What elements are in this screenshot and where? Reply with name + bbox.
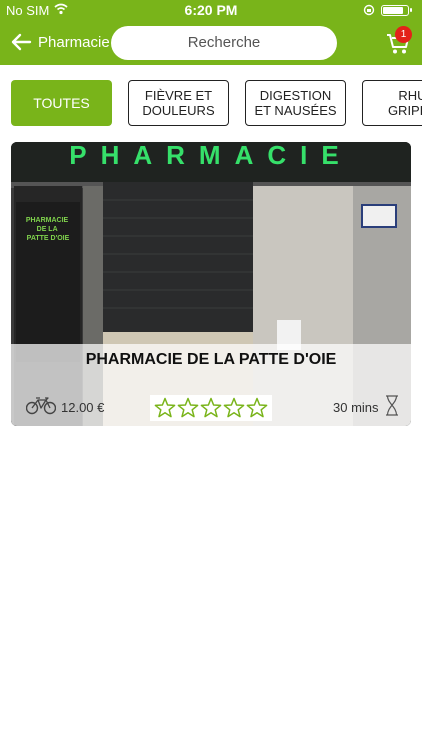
category-tab-fievre[interactable]: FIÈVRE ET DOULEURS xyxy=(128,80,229,126)
category-tab-digestion[interactable]: DIGESTION ET NAUSÉES xyxy=(245,80,346,126)
hourglass-icon xyxy=(386,395,398,416)
search-placeholder: Recherche xyxy=(187,34,261,51)
status-time: 6:20 PM xyxy=(184,2,238,18)
delivery-price: 12.00 € xyxy=(61,400,105,415)
status-bar: No SIM 6:20 PM xyxy=(0,0,422,22)
search-input[interactable]: Recherche xyxy=(111,26,337,60)
rating-stars xyxy=(150,395,272,421)
star-icon xyxy=(177,397,199,418)
category-tab-toutes[interactable]: TOUTES xyxy=(11,80,112,126)
star-icon xyxy=(200,397,222,418)
app-header: No SIM 6:20 PM Pharmacie Recherche 1 xyxy=(0,0,422,65)
cart-count-badge: 1 xyxy=(395,26,412,43)
orientation-lock-icon xyxy=(363,4,375,16)
page-title: Pharmacie xyxy=(38,34,110,51)
pharmacy-name: PHARMACIE DE LA PATTE D'OIE xyxy=(85,351,337,368)
delivery-time: 30 mins xyxy=(333,400,379,415)
category-tab-rhume[interactable]: RHU GRIPPE xyxy=(362,80,422,126)
battery-icon xyxy=(381,5,412,16)
category-tabs: TOUTES FIÈVRE ET DOULEURS DIGESTION ET N… xyxy=(0,80,422,127)
star-icon xyxy=(246,397,268,418)
star-icon xyxy=(154,397,176,418)
sign-text: PHARMACIE xyxy=(69,142,352,170)
pharmacy-card[interactable]: PHARMACIE PHARMACIE DE LA PATTE D'OIE PH… xyxy=(11,142,411,426)
bicycle-icon xyxy=(26,397,56,415)
back-arrow-icon[interactable] xyxy=(10,33,32,51)
star-icon xyxy=(223,397,245,418)
